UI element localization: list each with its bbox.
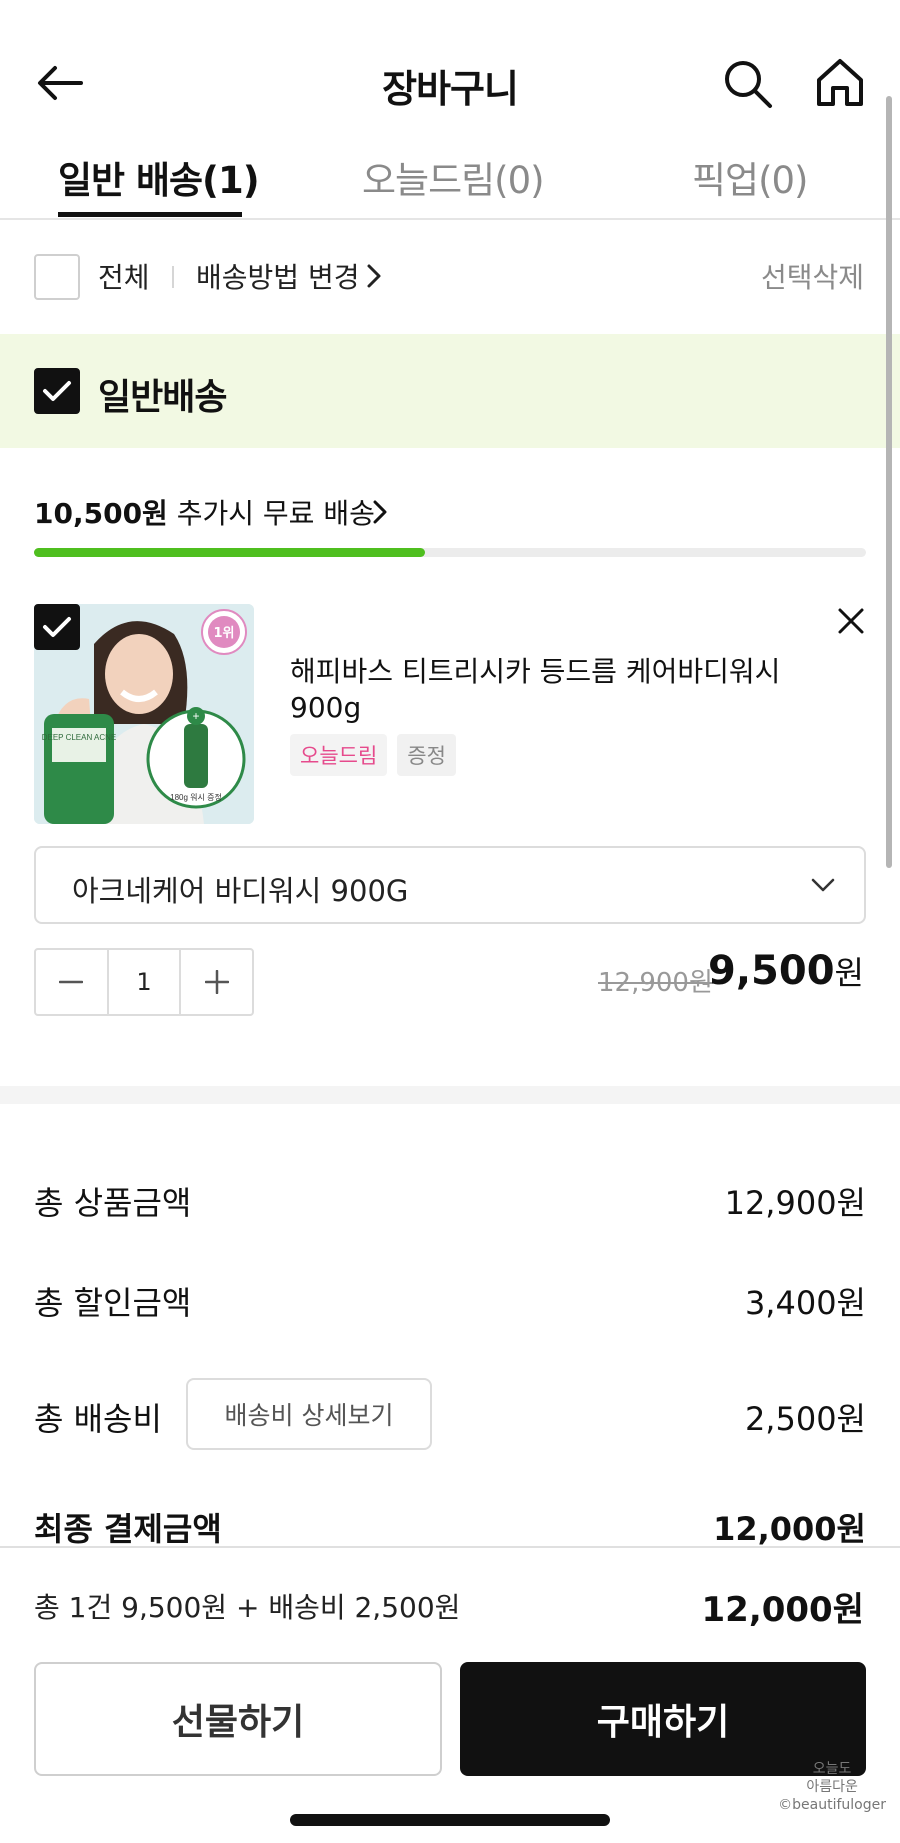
search-icon [725, 61, 772, 108]
free-shipping-progress-fill [34, 548, 426, 557]
free-shipping-progress [34, 548, 866, 557]
quantity-value[interactable]: 1 [106, 950, 182, 1014]
group-checkbox[interactable] [34, 368, 80, 414]
order-total: 12,000원 [701, 1590, 864, 1630]
total-shipping-row: 총 배송비 배송비 상세보기 2,500원 [34, 1378, 866, 1450]
total-product-value: 12,900원 [724, 1184, 866, 1222]
watermark-line: ©beautifuloger [778, 1797, 886, 1813]
remove-item-button[interactable] [834, 604, 868, 638]
tab-pickup[interactable]: 픽업(0) [692, 150, 808, 216]
search-button[interactable] [722, 58, 774, 110]
header: 장바구니 [0, 0, 900, 150]
option-select[interactable]: 아크네케어 바디워시 900G [34, 846, 866, 924]
delivery-tabs: 일반 배송(1) 오늘드림(0) 픽업(0) [0, 140, 900, 220]
option-select-value: 아크네케어 바디워시 900G [72, 874, 409, 908]
shipping-detail-button[interactable]: 배송비 상세보기 [186, 1378, 432, 1450]
delivery-group-header: 일반배송 [0, 334, 900, 448]
minus-icon [59, 980, 84, 984]
total-discount-label: 총 할인금액 [34, 1284, 192, 1322]
tab-general-delivery[interactable]: 일반 배송(1) [58, 150, 260, 216]
select-all-checkbox[interactable] [34, 254, 80, 300]
buy-button[interactable]: 구매하기 [460, 1662, 866, 1776]
decrease-quantity-button[interactable] [36, 950, 107, 1014]
watermark-line: 아름다운 [806, 1779, 858, 1795]
svg-text:+: + [192, 709, 199, 723]
checkout-bar: 총 1건 9,500원 + 배송비 2,500원 12,000원 선물하기 구매… [0, 1546, 900, 1843]
section-divider [0, 1086, 900, 1104]
gift-badge: 증정 [397, 734, 456, 776]
home-icon [817, 59, 863, 106]
bottle-label: DEEP CLEAN ACNE [42, 733, 117, 742]
chevron-down-icon [811, 878, 835, 892]
tab-today-delivery[interactable]: 오늘드림(0) [362, 150, 545, 216]
order-summary-text: 총 1건 9,500원 + 배송비 2,500원 [34, 1591, 461, 1624]
divider [172, 266, 174, 288]
check-icon [43, 617, 71, 637]
sale-price-unit: 원 [834, 954, 864, 992]
quantity-stepper: 1 [34, 948, 254, 1016]
active-tab-indicator [58, 212, 242, 217]
total-product-label: 총 상품금액 [34, 1184, 192, 1222]
sale-price-amount: 9,500 [708, 948, 835, 994]
final-payment-label: 최종 결제금액 [34, 1510, 222, 1548]
check-icon [43, 381, 71, 401]
free-shipping-text: 추가시 무료 배송 [167, 497, 375, 530]
today-delivery-badge: 오늘드림 [290, 734, 388, 776]
increase-quantity-button[interactable] [181, 950, 252, 1014]
gift-button[interactable]: 선물하기 [34, 1662, 442, 1776]
home-indicator [290, 1814, 610, 1826]
product-badges: 오늘드림 증정 [290, 734, 456, 776]
total-product-row: 총 상품금액 12,900원 [34, 1178, 866, 1228]
group-label: 일반배송 [98, 377, 227, 418]
gift-caption: 180g 워시 증정 [170, 792, 222, 802]
product-checkbox[interactable] [34, 604, 80, 650]
sale-price: 9,500원 [708, 948, 864, 994]
home-button[interactable] [814, 56, 866, 108]
plus-icon [204, 970, 229, 994]
total-discount-value: 3,400원 [744, 1284, 866, 1322]
total-shipping-value: 2,500원 [744, 1400, 866, 1438]
select-row: 전체 배송방법 변경 선택삭제 [0, 250, 900, 306]
product-name[interactable]: 해피바스 티트리시카 등드름 케어바디워시 900g [290, 654, 830, 726]
original-price: 12,900원 [598, 968, 713, 998]
chevron-right-icon [367, 264, 381, 288]
watermark: 오늘도 아름다운 ©beautifuloger [778, 1760, 886, 1814]
select-all-label: 전체 [98, 261, 150, 294]
chevron-right-icon [373, 500, 387, 524]
total-shipping-label: 총 배송비 [34, 1400, 162, 1438]
free-shipping-notice[interactable]: 10,500원 추가시 무료 배송 [34, 492, 375, 532]
delete-selected-button[interactable]: 선택삭제 [761, 256, 864, 296]
change-delivery-method-link[interactable]: 배송방법 변경 [196, 256, 359, 296]
scrollbar[interactable] [886, 96, 892, 868]
final-payment-value: 12,000원 [713, 1510, 866, 1548]
close-icon [838, 608, 864, 634]
rank-badge-text: 1위 [213, 626, 234, 641]
free-shipping-amount: 10,500원 [34, 497, 168, 530]
watermark-line: 오늘도 [812, 1761, 852, 1777]
total-discount-row: 총 할인금액 3,400원 [34, 1278, 866, 1328]
